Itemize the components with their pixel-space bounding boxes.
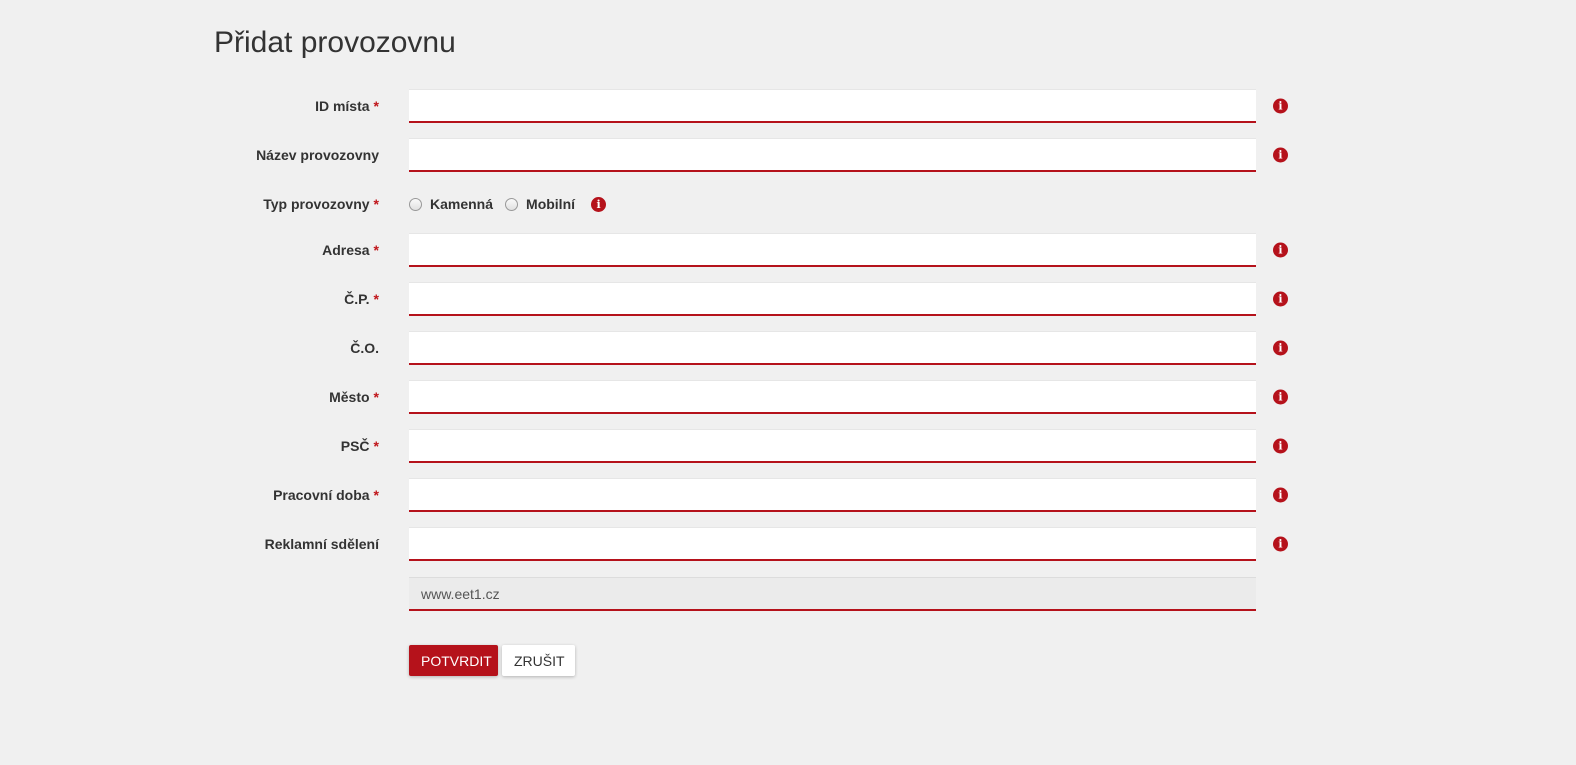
pracovni-doba-input[interactable]	[409, 478, 1256, 512]
info-icon[interactable]: i	[1273, 98, 1288, 114]
co-label: Č.O.	[350, 340, 379, 356]
typ-label: Typ provozovny *	[263, 196, 379, 212]
radio-kamenna[interactable]	[409, 197, 422, 211]
adresa-label: Adresa *	[322, 242, 379, 258]
nazev-input[interactable]	[409, 138, 1256, 172]
reklamni-sdeleni-input[interactable]	[409, 527, 1256, 561]
required-marker: *	[373, 291, 379, 307]
form-row-psc: PSČ * i	[0, 429, 1576, 463]
id-mista-label: ID místa *	[315, 98, 379, 114]
form-row-mesto: Město * i	[0, 380, 1576, 414]
pracovni-doba-label: Pracovní doba *	[273, 487, 379, 503]
cancel-button[interactable]: ZRUŠIT	[502, 645, 575, 676]
radio-mobilni-label[interactable]: Mobilní	[526, 196, 575, 212]
form-row-nazev: Název provozovny i	[0, 138, 1576, 172]
info-icon[interactable]: i	[1273, 340, 1288, 356]
psc-input[interactable]	[409, 429, 1256, 463]
form-row-co: Č.O. i	[0, 331, 1576, 365]
required-marker: *	[373, 389, 379, 405]
required-marker: *	[373, 98, 379, 114]
co-input[interactable]	[409, 331, 1256, 365]
info-icon[interactable]: i	[1273, 438, 1288, 454]
confirm-button[interactable]: POTVRDIT	[409, 645, 498, 676]
psc-label: PSČ *	[340, 438, 379, 454]
required-marker: *	[373, 196, 379, 212]
info-icon[interactable]: i	[1273, 291, 1288, 307]
info-icon[interactable]: i	[1273, 389, 1288, 405]
cp-input[interactable]	[409, 282, 1256, 316]
required-marker: *	[373, 242, 379, 258]
cp-label: Č.P. *	[344, 291, 379, 307]
radio-kamenna-label[interactable]: Kamenná	[430, 196, 493, 212]
form-row-id-mista: ID místa * i	[0, 89, 1576, 123]
required-marker: *	[373, 487, 379, 503]
radio-mobilni[interactable]	[505, 197, 519, 211]
form-row-pracovni-doba: Pracovní doba * i	[0, 478, 1576, 512]
info-icon[interactable]: i	[591, 196, 607, 212]
info-icon[interactable]: i	[1273, 536, 1288, 552]
info-icon[interactable]: i	[1273, 487, 1288, 503]
info-icon[interactable]: i	[1273, 242, 1288, 258]
required-marker: *	[373, 438, 379, 454]
form-row-typ: Typ provozovny * Kamenná Mobilní i	[0, 187, 1576, 221]
form-row-reklamni-sdeleni: Reklamní sdělení i	[0, 527, 1576, 561]
mesto-label: Město *	[329, 389, 379, 405]
info-icon[interactable]: i	[1273, 147, 1288, 163]
id-mista-input[interactable]	[409, 89, 1256, 123]
form-row-adresa: Adresa * i	[0, 233, 1576, 267]
web-input[interactable]	[409, 577, 1256, 611]
mesto-input[interactable]	[409, 380, 1256, 414]
form-row-web	[0, 577, 1576, 611]
form-row-cp: Č.P. * i	[0, 282, 1576, 316]
nazev-label: Název provozovny	[256, 147, 379, 163]
reklamni-sdeleni-label: Reklamní sdělení	[264, 536, 379, 552]
add-establishment-page: Přidat provozovnu ID místa * i Název prov…	[0, 0, 1576, 765]
typ-radio-group: Kamenná Mobilní i	[409, 196, 607, 212]
page-title: Přidat provozovnu	[214, 26, 456, 59]
adresa-input[interactable]	[409, 233, 1256, 267]
